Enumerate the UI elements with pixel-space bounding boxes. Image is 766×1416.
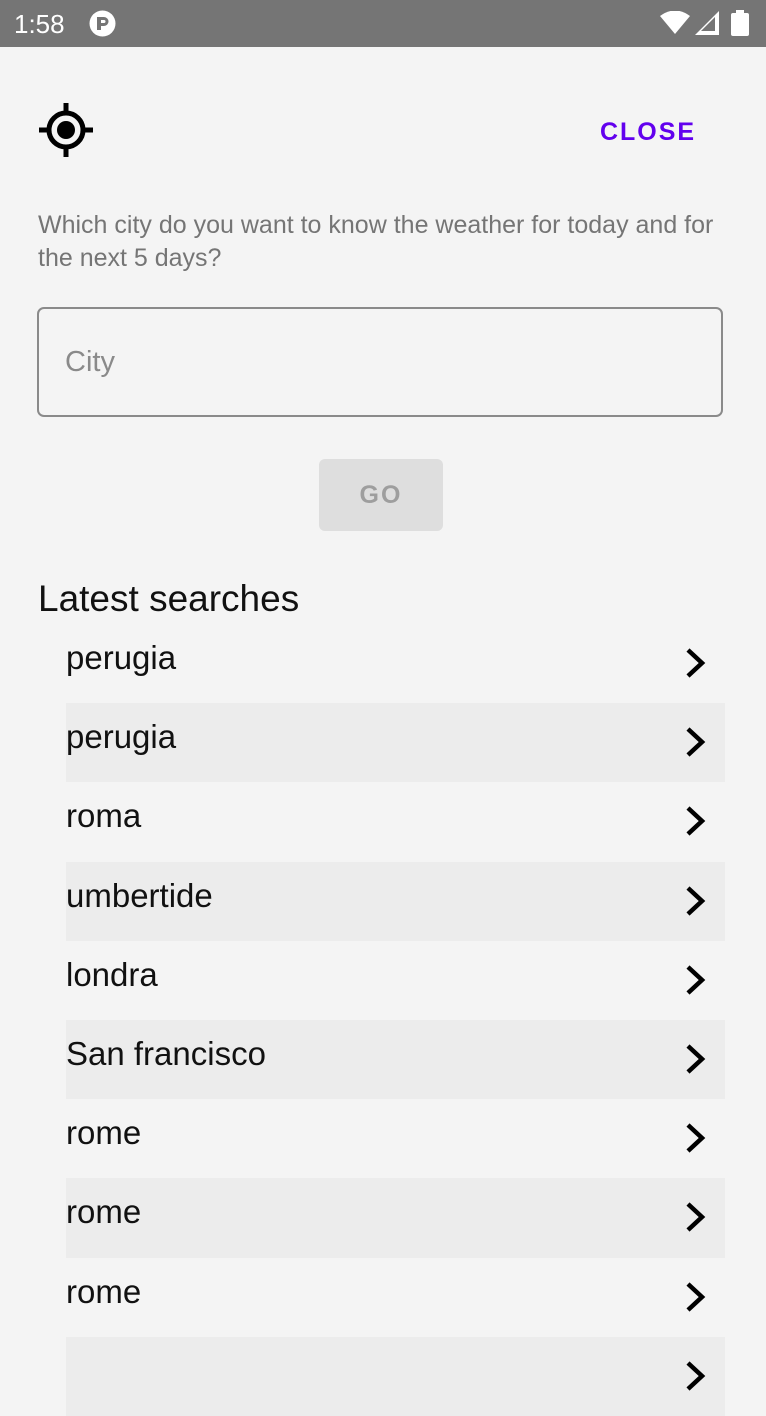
search-history-item[interactable]: rome [66, 1099, 725, 1178]
chevron-right-icon [686, 1202, 706, 1232]
search-history-label: rome [66, 1193, 142, 1231]
chevron-right-icon [686, 965, 706, 995]
search-history-item[interactable]: umbertide [66, 861, 725, 941]
search-history-item[interactable]: perugia [66, 624, 725, 703]
app-notification-icon [89, 10, 116, 37]
search-history-item[interactable]: rome [66, 1178, 725, 1258]
search-history-label: rome [66, 1114, 142, 1152]
search-history-item[interactable]: perugia [66, 703, 725, 783]
search-history-label: San francisco [66, 1034, 266, 1072]
cell-signal-icon [695, 11, 719, 35]
latest-searches-list: perugia perugia roma umbertide londra Sa… [66, 624, 725, 1416]
search-history-label: londra [66, 955, 158, 993]
chevron-right-icon [686, 1281, 706, 1312]
chevron-right-icon [686, 648, 706, 678]
close-button[interactable]: CLOSE [580, 112, 716, 152]
search-history-label: rome [66, 1272, 142, 1310]
chevron-right-icon [686, 885, 706, 916]
search-history-label: perugia [66, 639, 177, 676]
status-time: 1:58 [14, 9, 65, 39]
search-history-item-partial[interactable] [66, 1336, 725, 1416]
chevron-right-icon [686, 806, 706, 837]
search-history-item[interactable]: roma [66, 782, 725, 861]
battery-icon [731, 10, 749, 36]
city-input[interactable] [37, 307, 723, 417]
search-history-label: umbertide [66, 876, 213, 914]
search-history-label: perugia [66, 718, 177, 756]
search-history-item[interactable]: londra [66, 941, 725, 1020]
search-history-item[interactable]: rome [66, 1258, 725, 1337]
my-location-icon[interactable] [38, 102, 94, 158]
wifi-icon [660, 11, 690, 34]
go-button[interactable]: GO [319, 459, 443, 531]
chevron-right-icon [686, 1361, 706, 1391]
status-bar: 1:58 [0, 0, 766, 47]
latest-searches-title: Latest searches [38, 578, 300, 619]
search-prompt: Which city do you want to know the weath… [38, 211, 714, 272]
chevron-right-icon [686, 1044, 706, 1074]
search-history-label: roma [66, 797, 142, 835]
search-history-item[interactable]: San francisco [66, 1019, 725, 1100]
chevron-right-icon [686, 1123, 706, 1153]
chevron-right-icon [686, 727, 706, 757]
